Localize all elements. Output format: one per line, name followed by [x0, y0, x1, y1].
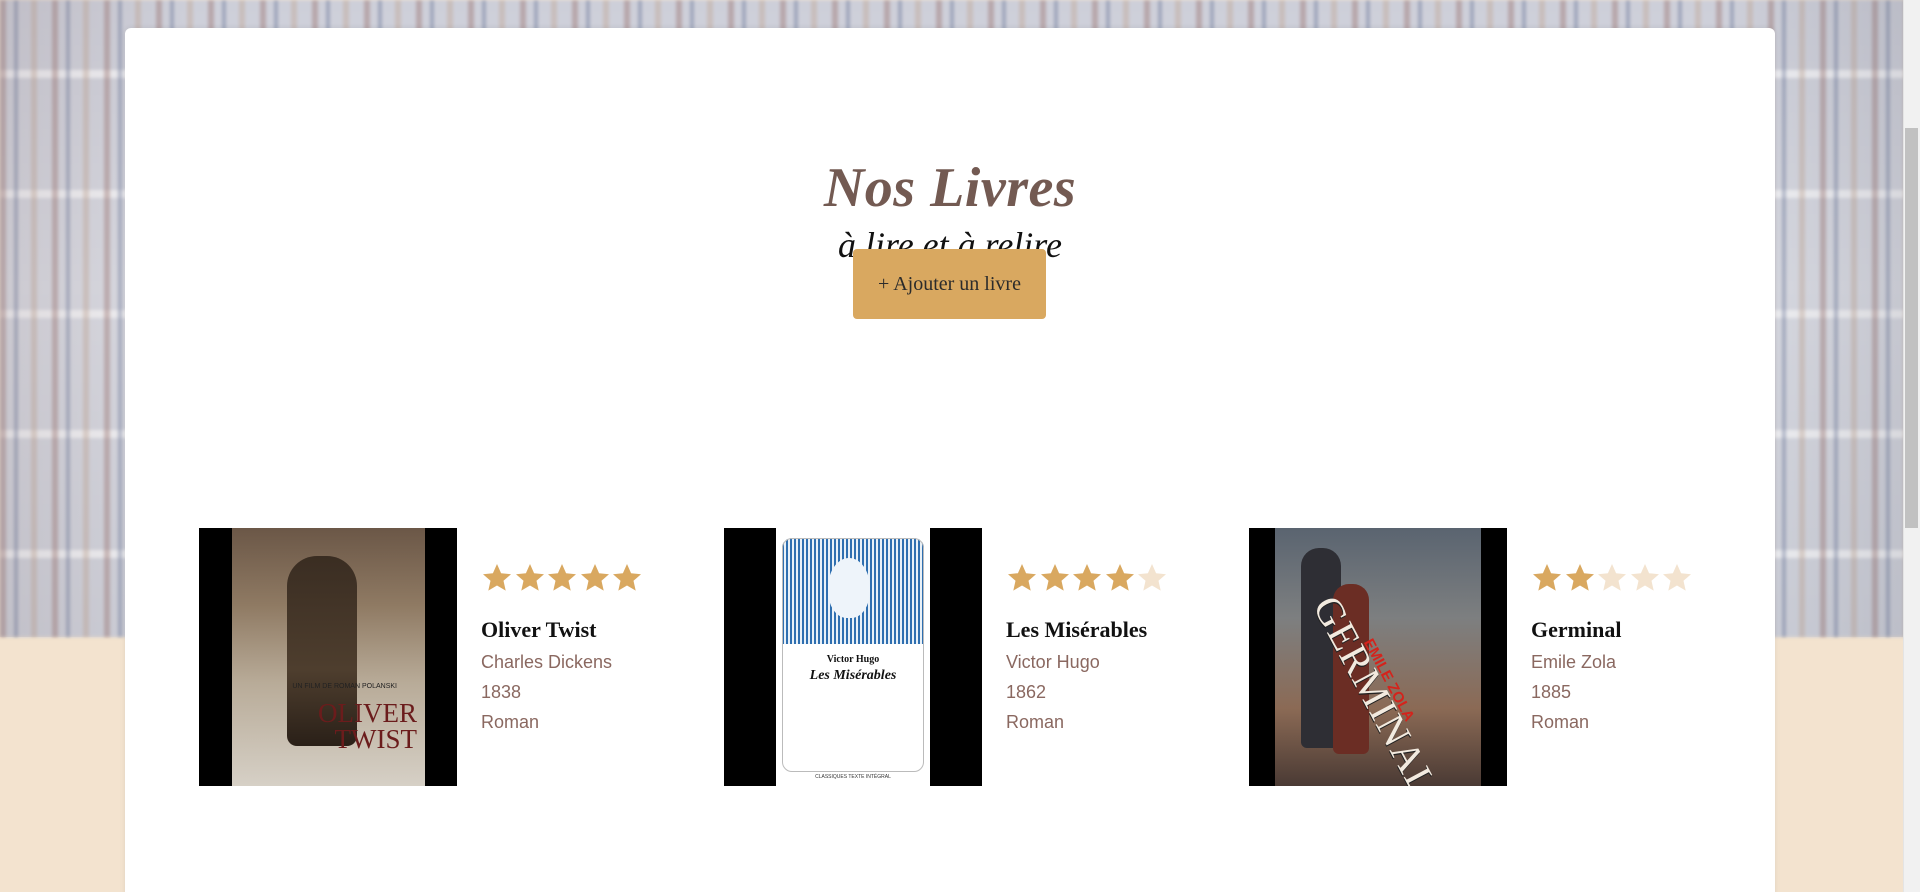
star-empty-icon [1596, 562, 1628, 594]
star-filled-icon [1071, 562, 1103, 594]
book-author: Victor Hugo [1006, 652, 1100, 672]
cover-title-text: Les Misérables [809, 668, 897, 683]
book-card[interactable]: GERMINAL EMILE ZOLA Germinal Emile Zola … [1249, 528, 1769, 786]
book-cover-image[interactable]: GERMINAL EMILE ZOLA [1249, 528, 1507, 786]
star-empty-icon [1661, 562, 1693, 594]
book-genre: Roman [1006, 712, 1065, 732]
book-author: Charles Dickens [481, 652, 613, 672]
book-year: 1862 [1006, 682, 1047, 702]
book-genre: Roman [1531, 712, 1590, 732]
book-cover-image[interactable]: Victor Hugo Les Misérables CLASSIQUES TE… [724, 528, 982, 786]
book-title: Oliver Twist [481, 617, 597, 642]
star-filled-icon [611, 562, 643, 594]
star-empty-icon [1136, 562, 1168, 594]
rating-stars [1006, 562, 1169, 599]
book-list: UN FILM DE ROMAN POLANSKI OLIVER TWIST O… [199, 528, 1759, 788]
oliver-twist-poster: UN FILM DE ROMAN POLANSKI OLIVER TWIST [232, 528, 425, 786]
rating-stars [481, 562, 644, 599]
star-filled-icon [546, 562, 578, 594]
star-filled-icon [1531, 562, 1563, 594]
star-empty-icon [1629, 562, 1661, 594]
book-title: Les Misérables [1006, 617, 1148, 642]
book-year: 1885 [1531, 682, 1572, 702]
book-title: Germinal [1531, 617, 1622, 642]
add-book-button[interactable]: + Ajouter un livre [853, 249, 1046, 319]
star-filled-icon [481, 562, 513, 594]
les-miserables-cover: Victor Hugo Les Misérables CLASSIQUES TE… [776, 528, 930, 786]
vertical-scrollbar[interactable] [1903, 0, 1920, 892]
page-title: Nos Livres [823, 157, 1077, 219]
book-genre: Roman [481, 712, 540, 732]
book-year: 1838 [481, 682, 522, 702]
star-filled-icon [1006, 562, 1038, 594]
cover-title-text: OLIVER TWIST [318, 698, 417, 754]
star-filled-icon [1564, 562, 1596, 594]
cover-director-text: UN FILM DE ROMAN POLANSKI [292, 683, 397, 690]
cover-author-text: Victor Hugo [826, 654, 880, 665]
book-card[interactable]: UN FILM DE ROMAN POLANSKI OLIVER TWIST O… [199, 528, 719, 786]
star-filled-icon [514, 562, 546, 594]
scrollbar-thumb[interactable] [1905, 128, 1918, 528]
rating-stars [1531, 562, 1694, 599]
books-section-card: Nos Livres à lire et à relire + Ajouter … [125, 28, 1775, 892]
star-filled-icon [1104, 562, 1136, 594]
book-author: Emile Zola [1531, 652, 1617, 672]
book-card[interactable]: Victor Hugo Les Misérables CLASSIQUES TE… [724, 528, 1244, 786]
germinal-poster: GERMINAL EMILE ZOLA [1275, 528, 1481, 786]
cover-publisher-text: CLASSIQUES TEXTE INTÉGRAL [815, 774, 891, 780]
star-filled-icon [579, 562, 611, 594]
book-cover-image[interactable]: UN FILM DE ROMAN POLANSKI OLIVER TWIST [199, 528, 457, 786]
star-filled-icon [1039, 562, 1071, 594]
